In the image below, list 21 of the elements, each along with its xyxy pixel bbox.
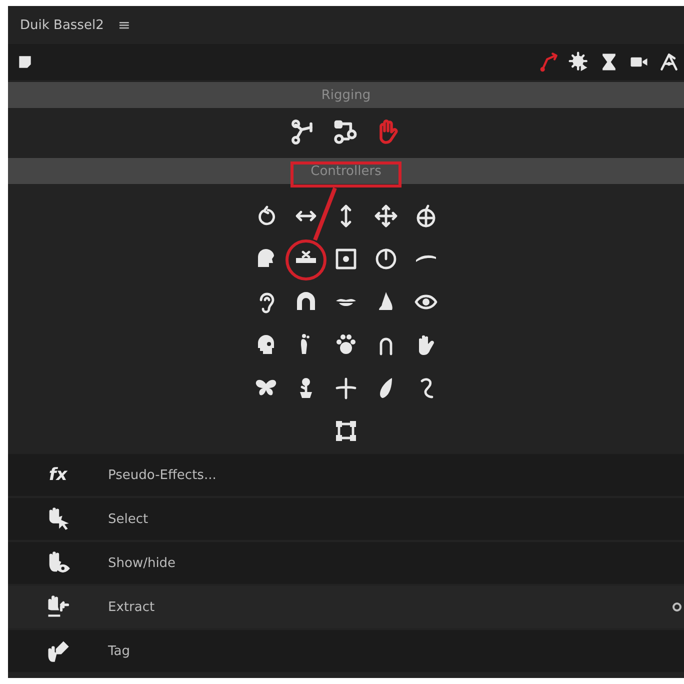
panel-title: Duik Bassel2 — [20, 18, 104, 32]
action-row[interactable]: fx Pseudo-Effects... — [8, 454, 684, 496]
menu-glyph[interactable]: ≡ — [118, 16, 130, 34]
action-label: Show/hide — [108, 556, 176, 570]
paw-icon[interactable] — [334, 332, 358, 356]
action-row[interactable]: Select — [8, 498, 684, 540]
action-label: Extract — [108, 600, 155, 614]
action-label: Tag — [108, 644, 130, 658]
action-row[interactable]: Show/hide — [8, 542, 684, 584]
action-label: Select — [108, 512, 148, 526]
gear-play-icon[interactable] — [568, 51, 590, 73]
options-icon[interactable] — [672, 602, 682, 612]
cross-icon[interactable] — [334, 376, 358, 400]
move-arrows-icon[interactable] — [374, 204, 398, 228]
highlight-circle — [286, 240, 326, 280]
action-label: Pseudo-Effects... — [108, 468, 216, 482]
orbit-icon[interactable] — [414, 204, 438, 228]
power-icon[interactable] — [374, 246, 398, 270]
fx-icon: fx — [48, 465, 68, 485]
frame-icon[interactable] — [334, 418, 358, 442]
action-row[interactable]: Tag — [8, 630, 684, 672]
